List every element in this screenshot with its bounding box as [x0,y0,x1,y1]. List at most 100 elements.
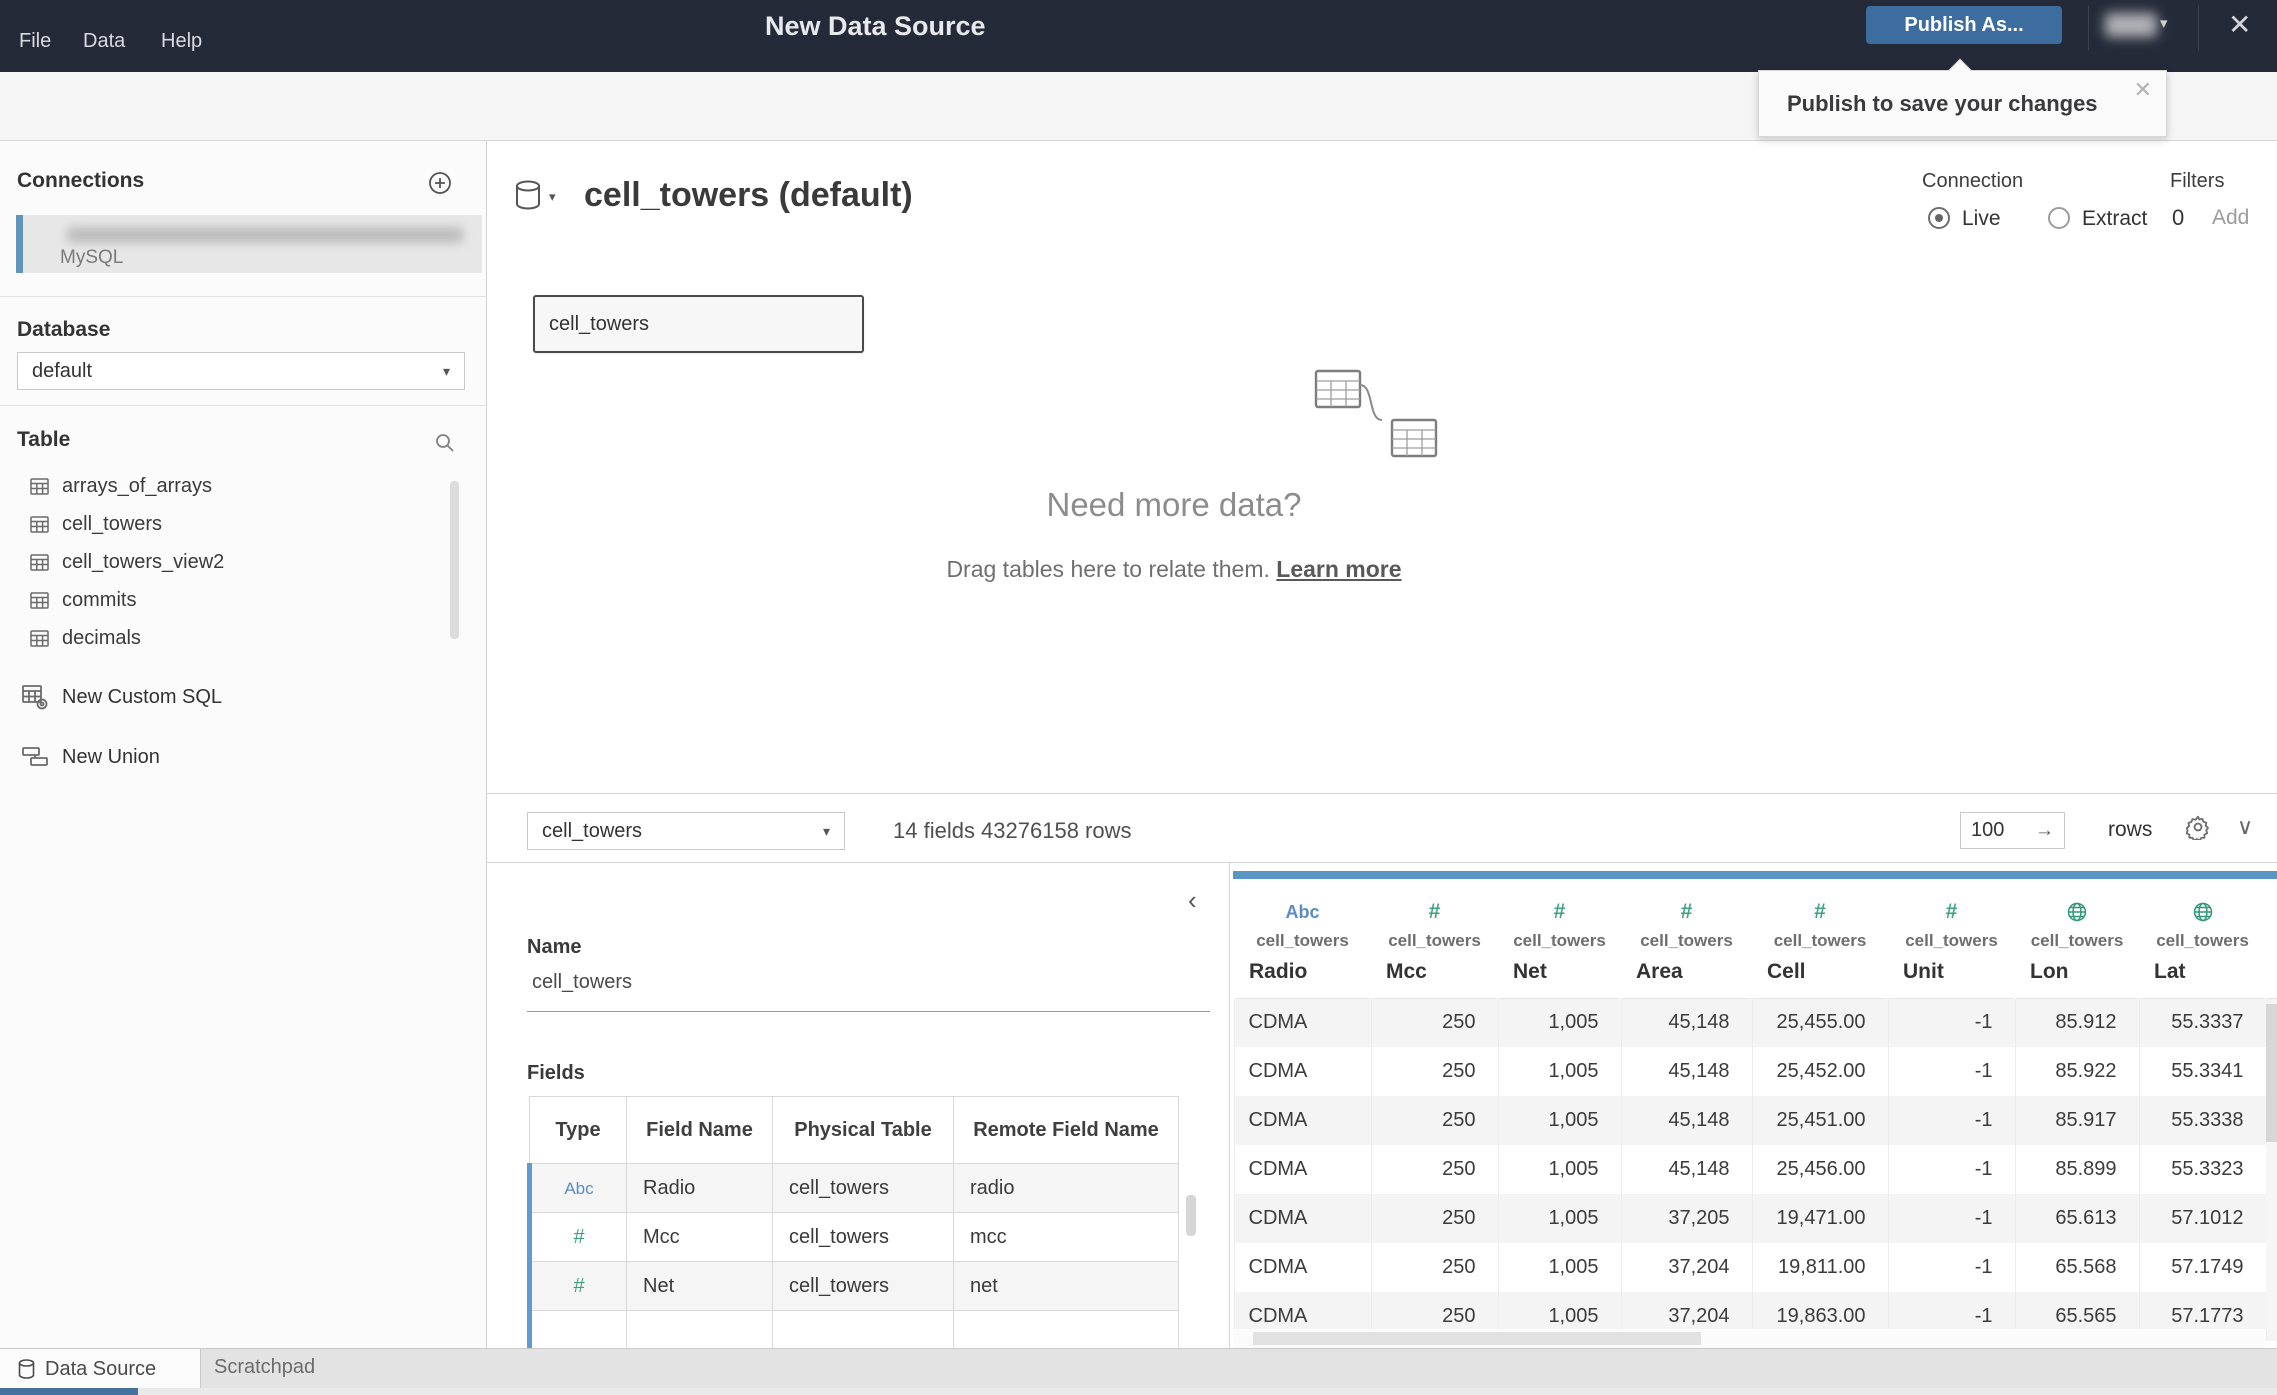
sidebar-table-item[interactable]: arrays_of_arrays [0,467,487,505]
menu-file[interactable]: File [19,30,51,53]
field-row[interactable]: # Net cell_towers net [527,1261,1179,1311]
extract-radio[interactable] [2048,207,2070,229]
grid-column-header[interactable]: # cell_towers Net [1497,871,1621,999]
user-caret-icon[interactable]: ▾ [2160,14,2168,32]
grid-column-header[interactable]: # cell_towers Area [1620,871,1752,999]
status-bar [0,1388,2277,1395]
grid-cell: 250 [1370,1145,1498,1194]
data-source-tab-label: Data Source [45,1357,157,1380]
tooltip-close-icon[interactable]: ✕ [2134,77,2152,103]
grid-column-header[interactable]: # cell_towers Unit [1887,871,2015,999]
learn-more-link[interactable]: Learn more [1276,556,1401,582]
grid-row[interactable]: CDMA 250 1,005 45,148 25,455.00 -1 85.912 55.33… [1233,998,2277,1047]
empty-state-text: Drag tables here to relate them. [946,556,1270,582]
fields-scrollbar[interactable] [1186,1195,1196,1236]
collapse-panel-icon[interactable]: ‹ [1188,885,1197,916]
table-node-cell-towers[interactable]: cell_towers [533,295,864,353]
name-value[interactable]: cell_towers [532,971,632,994]
grid-row[interactable]: CDMA 250 1,005 37,204 19,811.00 -1 65.568 57.17… [1233,1243,2277,1292]
grid-column-header[interactable]: # cell_towers Mcc [1370,871,1498,999]
sidebar-table-item[interactable]: decimals [0,619,487,657]
datasource-type-icon[interactable] [515,180,543,212]
filters-add-button[interactable]: Add [2212,206,2249,230]
grid-vscrollbar-thumb[interactable] [2266,1004,2277,1142]
grid-row[interactable]: CDMA 250 1,005 37,205 19,471.00 -1 65.613 57.10… [1233,1194,2277,1243]
grid-cell: 250 [1370,1047,1498,1096]
row-count-input[interactable]: 100 → [1960,812,2065,849]
new-custom-sql-label: New Custom SQL [62,685,223,708]
grid-cell: 1,005 [1497,1194,1621,1243]
datasource-title[interactable]: cell_towers (default) [584,176,913,215]
grid-column-header[interactable]: cell_towers Lon [2014,871,2139,999]
grid-cell: 65.568 [2014,1243,2139,1292]
database-select-value: default [32,359,93,382]
sidebar: Connections MySQL Database default ▾ Tab… [0,141,487,1348]
sidebar-table-item[interactable]: cell_towers [0,505,487,543]
grid-column-table: cell_towers [1905,931,1998,950]
grid-column-header [2265,871,2277,999]
grid-hscrollbar-thumb[interactable] [1253,1332,1701,1345]
grid-column-table: cell_towers [1388,931,1481,950]
new-custom-sql-item[interactable]: New Custom SQL [22,684,222,710]
preview-table-caret-icon: ▾ [822,822,830,839]
grid-cell: 55.3323 [2138,1145,2266,1194]
live-radio[interactable] [1928,207,1950,229]
grid-row[interactable]: CDMA 250 1,005 45,148 25,456.00 -1 85.899 55.33… [1233,1145,2277,1194]
connection-label: Connection [1922,170,2024,192]
grid-column-name: Lat [2154,960,2186,983]
database-select[interactable]: default ▾ [17,352,465,390]
live-radio-label[interactable]: Live [1962,207,2001,231]
field-row[interactable] [527,1310,1179,1348]
extract-radio-label[interactable]: Extract [2082,207,2147,231]
grid-cell: CDMA [1233,1145,1371,1194]
new-union-item[interactable]: New Union [22,745,160,769]
table-heading: Table [17,428,71,451]
grid-cell: -1 [1887,1194,2015,1243]
number-type-icon: # [1945,900,1958,923]
table-search-icon[interactable] [435,433,455,453]
field-row[interactable]: Abc Radio cell_towers radio [527,1163,1179,1213]
globe-icon [2067,902,2087,922]
connection-type-label: MySQL [60,247,124,268]
field-name-cell: Net [626,1261,773,1311]
tab-data-source[interactable]: Data Source [0,1349,201,1389]
preview-control-bar: cell_towers ▾ 14 fields 43276158 rows 10… [487,794,2277,863]
preview-table-select-value: cell_towers [542,819,643,842]
grid-column-header[interactable]: cell_towers Lat [2138,871,2266,999]
preview-settings-gear-icon[interactable] [2185,814,2211,840]
grid-column-header[interactable]: Abc cell_towers Radio [1233,871,1371,999]
grid-row[interactable]: CDMA 250 1,005 45,148 25,452.00 -1 85.922 55.33… [1233,1047,2277,1096]
fields-col-type: Type [529,1096,627,1164]
add-connection-icon[interactable] [428,171,452,195]
table-icon [30,553,49,571]
menu-help[interactable]: Help [161,30,202,53]
table-icon [30,629,49,647]
tab-scratchpad[interactable]: Scratchpad [214,1356,315,1379]
table-list-scrollbar[interactable] [450,481,459,639]
grid-column-name: Area [1636,960,1683,983]
fields-label: Fields [527,1062,585,1084]
publish-as-button[interactable]: Publish As... [1866,6,2062,44]
user-menu[interactable] [2105,13,2157,37]
sidebar-table-item[interactable]: commits [0,581,487,619]
field-row[interactable]: # Mcc cell_towers mcc [527,1212,1179,1262]
physical-table-cell: cell_towers [772,1163,954,1213]
grid-cell: 25,452.00 [1751,1047,1888,1096]
grid-column-header[interactable]: # cell_towers Cell [1751,871,1888,999]
grid-cell: 45,148 [1620,1145,1752,1194]
grid-row[interactable]: CDMA 250 1,005 45,148 25,451.00 -1 85.917 55.33… [1233,1096,2277,1145]
sidebar-divider [0,405,486,406]
grid-cell: 250 [1370,1243,1498,1292]
data-grid: Abc cell_towers Radio # cell_towers Mcc # cell_… [1233,871,2277,1348]
preview-expand-chevron-icon[interactable]: ∨ [2237,814,2253,840]
menu-data[interactable]: Data [83,30,125,53]
datasource-caret-icon[interactable]: ▾ [549,189,556,205]
name-underline [527,1011,1210,1012]
sidebar-table-item[interactable]: cell_towers_view2 [0,543,487,581]
grid-cell: CDMA [1233,1047,1371,1096]
window-close-icon[interactable]: ✕ [2228,8,2251,41]
connection-item[interactable]: MySQL [16,215,482,273]
preview-table-select[interactable]: cell_towers ▾ [527,812,845,850]
table-icon [30,591,49,609]
apply-rows-icon[interactable]: → [2035,820,2054,842]
